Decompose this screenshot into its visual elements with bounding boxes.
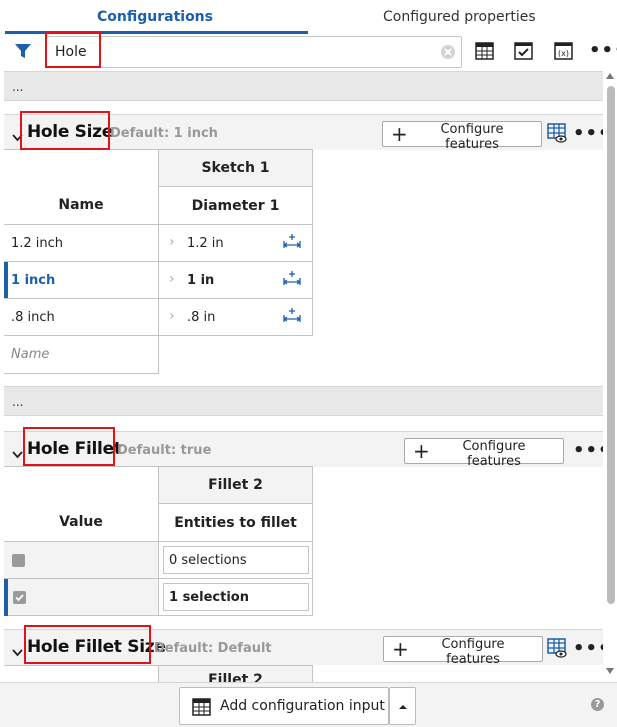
table-icon[interactable] xyxy=(475,42,494,64)
section-hole-fillet: Hole Fillet Default: true + Configure fea… xyxy=(4,431,603,469)
chevron-down-icon[interactable] xyxy=(12,130,23,146)
tab-bar: Configurations Configured properties xyxy=(0,0,617,34)
table-row[interactable]: 1.2 inch xyxy=(4,224,159,262)
tab-configurations[interactable]: Configurations xyxy=(97,9,213,25)
section-default: Default: 1 inch xyxy=(110,126,218,141)
plus-icon: + xyxy=(413,439,430,463)
collapsed-inputs-bar[interactable]: ... xyxy=(4,71,603,101)
tab-configured-properties[interactable]: Configured properties xyxy=(383,9,536,25)
configurations-list: ... Hole Size Default: 1 inch + Configure… xyxy=(4,70,603,682)
scroll-up-icon[interactable] xyxy=(605,72,615,80)
value-cell[interactable]: 1 selection xyxy=(158,578,313,616)
table-row[interactable]: 1 inch xyxy=(4,261,159,299)
more-options-icon[interactable]: ••• xyxy=(589,40,617,61)
configure-features-button[interactable]: + Configure features xyxy=(383,636,543,667)
search-box xyxy=(46,36,462,68)
chevron-down-icon[interactable] xyxy=(12,447,23,463)
scroll-thumb[interactable] xyxy=(607,86,615,604)
new-row-name-field[interactable]: Name xyxy=(4,335,159,374)
dimension-icon[interactable] xyxy=(282,307,302,327)
value-cell[interactable]: › 1 in xyxy=(158,261,313,299)
selection-bar xyxy=(4,262,8,299)
chevron-right-icon: › xyxy=(169,308,175,324)
checkbox-checked[interactable] xyxy=(13,591,26,604)
help-icon[interactable]: ? xyxy=(591,698,604,711)
collapsed-inputs-bar[interactable]: ... xyxy=(4,386,603,416)
section-more-icon[interactable]: ••• xyxy=(573,638,603,659)
section-default: Default: Default xyxy=(154,641,272,656)
name-column-header xyxy=(4,665,159,682)
toolbar: (x) ••• xyxy=(0,34,617,70)
value-cell[interactable]: › .8 in xyxy=(158,298,313,336)
svg-text:(x): (x) xyxy=(558,49,569,58)
filter-icon[interactable] xyxy=(14,42,32,64)
footer: Add configuration input ? xyxy=(0,682,617,727)
table-row[interactable]: .8 inch xyxy=(4,298,159,336)
column-group-header: Fillet 2 xyxy=(158,466,313,504)
section-title: Hole Fillet Size xyxy=(27,637,166,657)
plus-icon: + xyxy=(392,637,409,661)
section-default: Default: true xyxy=(117,443,212,458)
add-input-dropdown-button[interactable] xyxy=(389,687,416,725)
variable-icon[interactable]: (x) xyxy=(554,42,573,64)
plus-icon: + xyxy=(391,122,408,146)
table-row[interactable] xyxy=(4,578,159,616)
checkbox-icon[interactable] xyxy=(514,42,533,64)
chevron-right-icon: › xyxy=(169,234,175,250)
name-column-header: Name xyxy=(4,149,159,225)
table-row[interactable] xyxy=(4,541,159,579)
value-cell[interactable]: › 1.2 in xyxy=(158,224,313,262)
caret-up-icon xyxy=(399,705,407,709)
configure-features-button[interactable]: + Configure features xyxy=(382,121,542,152)
section-more-icon[interactable]: ••• xyxy=(573,123,603,144)
value-cell[interactable]: 0 selections xyxy=(158,541,313,579)
checkbox-unchecked[interactable] xyxy=(12,554,25,567)
chevron-right-icon: › xyxy=(169,271,175,287)
selection-bar xyxy=(4,579,8,616)
dimension-icon[interactable] xyxy=(282,270,302,290)
section-more-icon[interactable]: ••• xyxy=(573,440,603,461)
grid-eye-icon[interactable] xyxy=(547,638,567,662)
clear-search-icon[interactable] xyxy=(440,44,456,64)
column-group-header: Sketch 1 xyxy=(158,149,313,187)
section-title: Hole Size xyxy=(27,122,113,142)
name-column-header: Value xyxy=(4,466,159,542)
table-icon xyxy=(192,698,211,720)
vertical-scrollbar[interactable] xyxy=(603,70,617,682)
column-header: Diameter 1 xyxy=(158,186,313,225)
configure-features-button[interactable]: + Configure features xyxy=(404,438,564,469)
section-title: Hole Fillet xyxy=(27,439,122,459)
dimension-icon[interactable] xyxy=(282,233,302,253)
grid-eye-icon[interactable] xyxy=(547,123,567,147)
selection-field[interactable]: 0 selections xyxy=(163,546,309,574)
column-group-header: Fillet 2 xyxy=(158,665,313,682)
scroll-down-icon[interactable] xyxy=(605,667,615,675)
search-input[interactable] xyxy=(55,42,435,62)
add-configuration-input-button[interactable]: Add configuration input xyxy=(179,687,389,725)
selection-field[interactable]: 1 selection xyxy=(163,583,309,611)
column-header: Entities to fillet xyxy=(158,503,313,542)
section-hole-fillet-size: Hole Fillet Size Default: Default + Confi… xyxy=(4,629,603,667)
section-hole-size: Hole Size Default: 1 inch + Configure fea… xyxy=(4,114,603,152)
chevron-down-icon[interactable] xyxy=(12,645,23,661)
